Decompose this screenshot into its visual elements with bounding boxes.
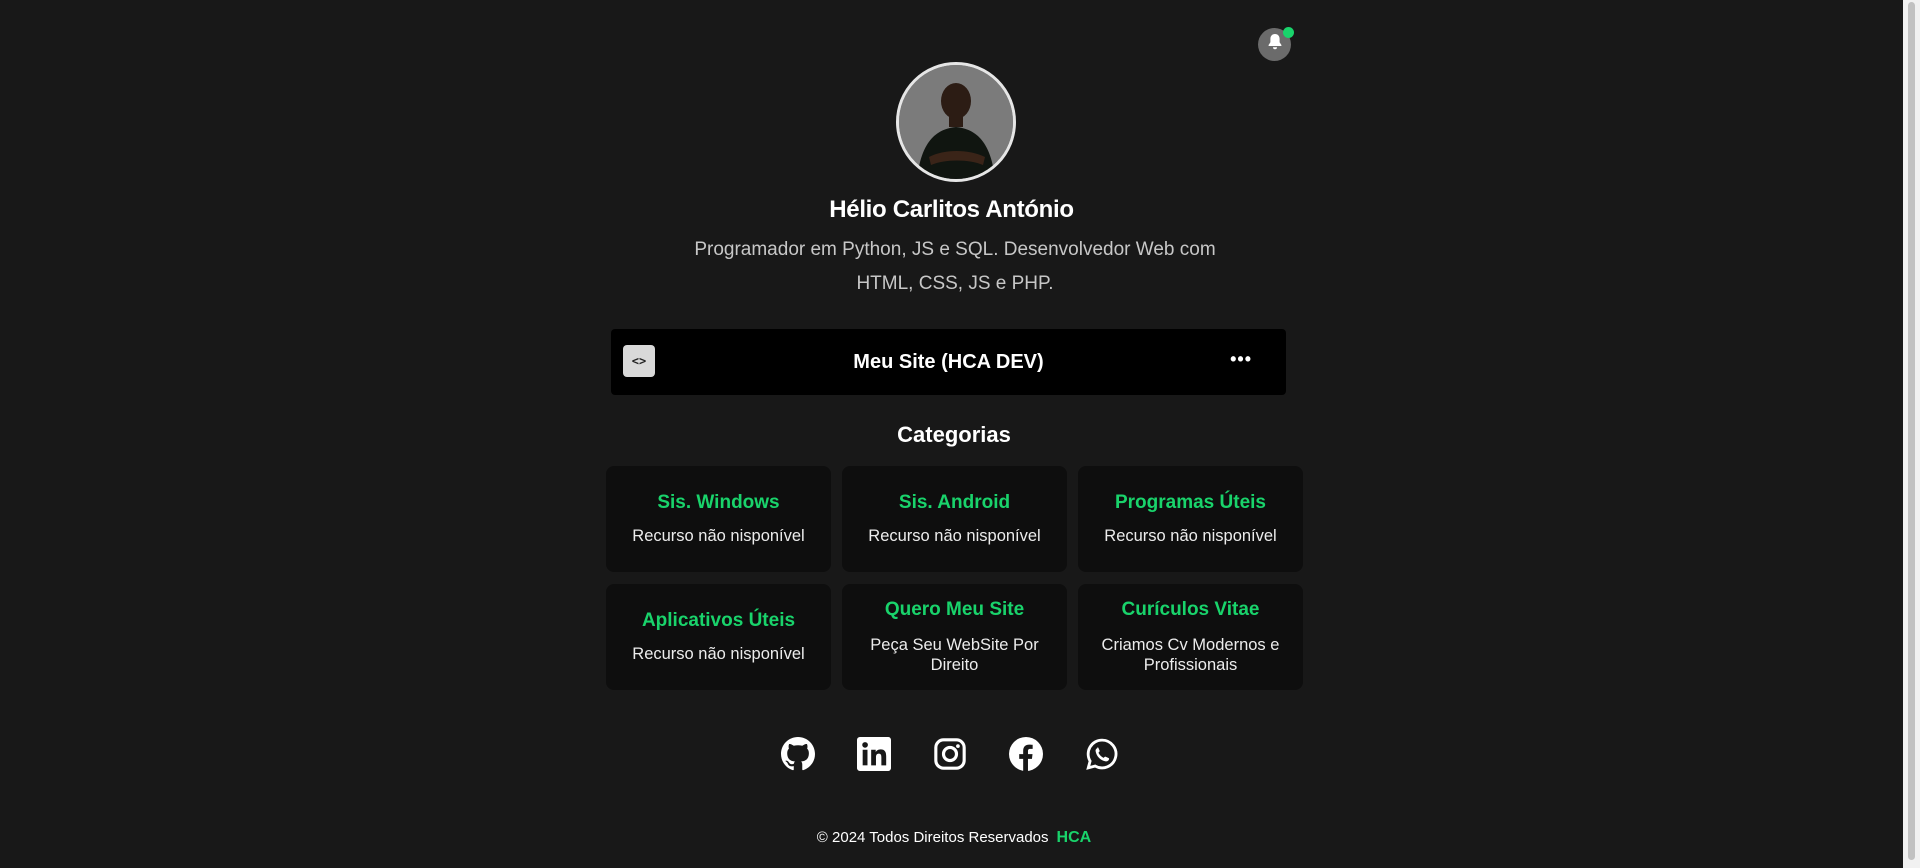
category-desc: Recurso não nisponível (632, 527, 805, 545)
category-card-android[interactable]: Sis. Android Recurso não nisponível (842, 466, 1067, 572)
category-desc: Peça Seu WebSite Por Direito (870, 636, 1039, 674)
site-link-label: Meu Site (HCA DEV) (853, 350, 1044, 373)
instagram-icon[interactable] (932, 736, 968, 772)
bell-icon (1267, 33, 1283, 56)
category-card-programs[interactable]: Programas Úteis Recurso não nisponível (1078, 466, 1303, 572)
more-options-icon[interactable]: ••• (1230, 349, 1252, 370)
category-title: Quero Meu Site (884, 599, 1025, 620)
categories-grid: Sis. Windows Recurso não nisponível Sis.… (606, 466, 1303, 690)
footer-brand[interactable]: HCA (1057, 829, 1092, 846)
notification-button[interactable] (1258, 27, 1294, 61)
footer: © 2024 Todos Direitos Reservados HCA (0, 829, 1908, 847)
category-desc: Criamos Cv Modernos e Profissionais (1101, 636, 1280, 674)
profile-name: Hélio Carlitos António (829, 196, 1074, 223)
category-title: Sis. Windows (657, 492, 780, 513)
category-desc: Recurso não nisponível (632, 645, 805, 663)
category-title: Sis. Android (898, 492, 1011, 513)
category-card-cv[interactable]: Curículos Vitae Criamos Cv Modernos e Pr… (1078, 584, 1303, 690)
profile-bio: Programador em Python, JS e SQL. Desenvo… (694, 239, 1216, 294)
whatsapp-icon[interactable] (1084, 736, 1120, 772)
category-title: Aplicativos Úteis (641, 610, 796, 631)
scrollbar-thumb[interactable] (1908, 2, 1915, 860)
category-title: Programas Úteis (1114, 492, 1266, 513)
categories-title: Categorias (897, 422, 1011, 447)
category-title: Curículos Vitae (1121, 599, 1260, 620)
code-icon: <> (623, 345, 655, 377)
github-icon[interactable] (780, 736, 816, 772)
category-card-windows[interactable]: Sis. Windows Recurso não nisponível (606, 466, 831, 572)
category-card-apps[interactable]: Aplicativos Úteis Recurso não nisponível (606, 584, 831, 690)
site-link-button[interactable]: <> Meu Site (HCA DEV) ••• (611, 329, 1286, 395)
avatar (896, 62, 1016, 182)
notification-dot (1283, 27, 1294, 38)
footer-text: © 2024 Todos Direitos Reservados (816, 829, 1049, 846)
category-desc: Recurso não nisponível (1104, 527, 1277, 545)
facebook-icon[interactable] (1008, 736, 1044, 772)
linkedin-icon[interactable] (856, 736, 892, 772)
category-desc: Recurso não nisponível (868, 527, 1041, 545)
social-links (780, 736, 1120, 772)
category-card-website[interactable]: Quero Meu Site Peça Seu WebSite Por Dire… (842, 584, 1067, 690)
